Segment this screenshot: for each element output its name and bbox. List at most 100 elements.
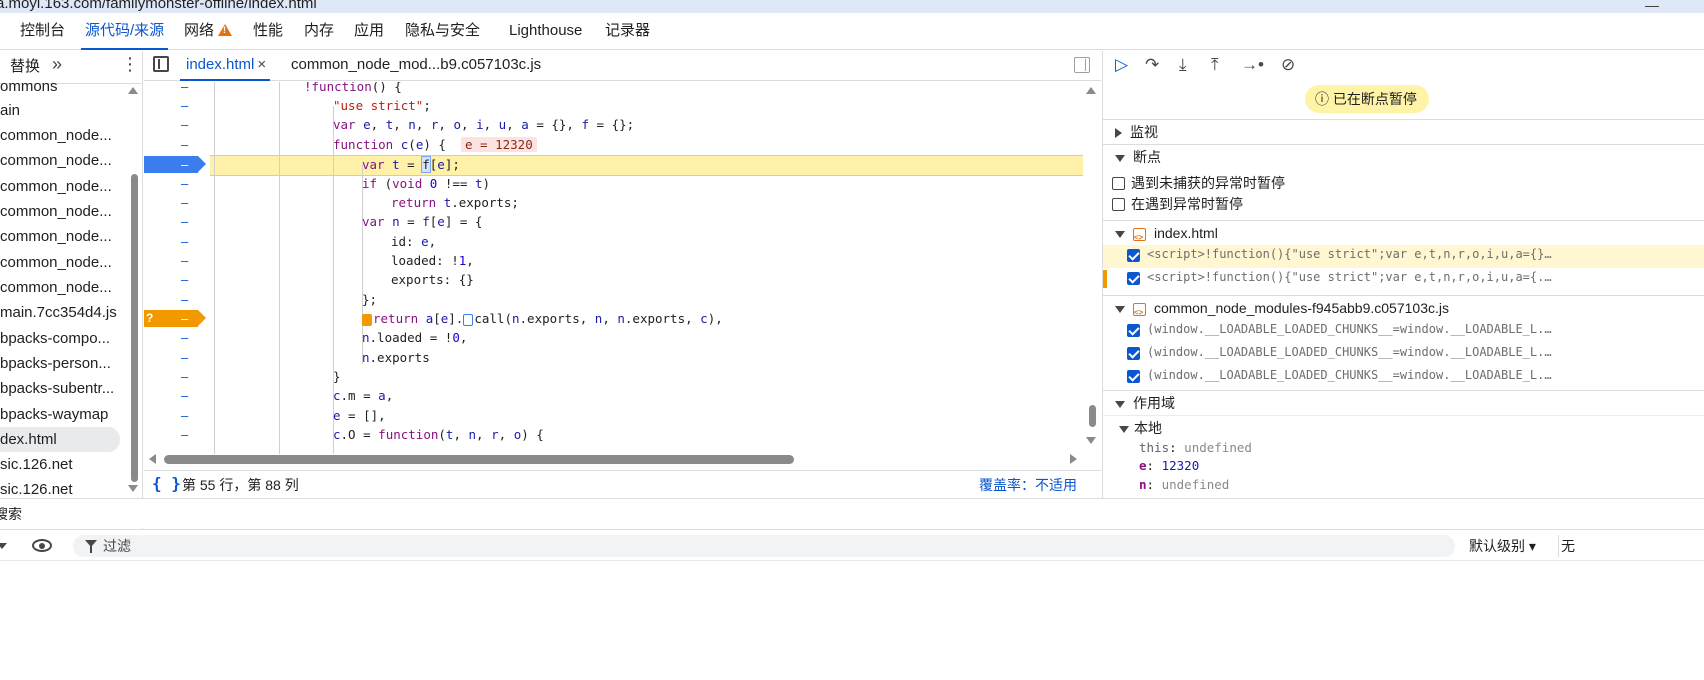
gutter-line[interactable]: – [144,425,210,444]
breakpoint-marker[interactable]: – [144,156,206,173]
file-tree-item[interactable]: main.7cc354d4.js [0,300,128,325]
deactivate-breakpoints-icon[interactable]: ⊘ [1281,54,1295,76]
console-filter-input[interactable]: 过滤 [73,535,1455,557]
pretty-print-icon[interactable]: { } [152,474,181,493]
gutter-line[interactable]: – [144,328,210,347]
code-editor[interactable]: – – – – – – – – – – – –? – – – – – – – !function() { "use … [144,82,1101,470]
file-tree-item[interactable]: common_node... [0,224,128,249]
file-tree-item[interactable]: bpacks-subentr... [0,376,128,401]
bp-file-header-index[interactable]: index.html [1103,220,1704,250]
breakpoint-item[interactable]: <script>!function(){"use strict";var e,t… [1103,268,1704,291]
bp-file-header-common[interactable]: common_node_modules-f945abb9.c057103c.js [1103,295,1704,325]
gutter-line[interactable]: ? – [144,309,210,328]
editor-tab-common-node[interactable]: common_node_mod...b9.c057103c.js [291,51,541,81]
gutter-line[interactable]: – [144,406,210,425]
local-scope-header[interactable]: 本地 [1103,415,1704,439]
toggle-navigator-icon[interactable] [153,56,169,72]
breakpoints-section-header[interactable]: 断点 [1103,144,1704,168]
tab-privacy-security[interactable]: 隐私与安全 [405,13,480,49]
file-tree-item[interactable]: dex.html [0,427,120,452]
scope-var-this[interactable]: this: undefined [1139,440,1252,455]
pause-uncaught-checkbox[interactable] [1112,177,1125,190]
tab-network[interactable]: 网络 [184,13,233,49]
breakpoint-checkbox[interactable] [1127,272,1140,285]
editor-tab-index-html[interactable]: index.html × [179,51,271,81]
editor-scroll-down-icon[interactable] [1086,437,1096,444]
navigator-menu-icon[interactable]: ⋮ [121,54,139,75]
step-into-icon[interactable]: ⤓ [1179,54,1187,76]
breakpoint-checkbox[interactable] [1127,324,1140,337]
watch-section-header[interactable]: 监视 [1103,119,1704,143]
navigator-scroll-thumb[interactable] [131,174,138,482]
file-tree-item[interactable]: ain [0,98,128,123]
editor-vertical-scrollbar[interactable] [1083,82,1099,454]
pause-caught-checkbox[interactable] [1112,198,1125,211]
breakpoint-checkbox[interactable] [1127,347,1140,360]
gutter-line[interactable]: – [144,290,210,309]
step-out-icon[interactable]: ⤒ [1211,54,1219,76]
gutter-line[interactable]: – [144,270,210,289]
step-over-icon[interactable]: ↷ [1145,54,1159,76]
context-dropdown-icon[interactable] [0,543,7,549]
drawer-tab-search[interactable]: 搜索 [0,504,22,524]
scroll-up-icon[interactable] [128,87,138,94]
gutter-line[interactable]: – [144,135,210,154]
gutter-line[interactable]: – [144,82,210,96]
gutter-line[interactable]: – [144,212,210,231]
breakpoint-item[interactable]: (window.__LOADABLE_LOADED_CHUNKS__=windo… [1103,366,1704,389]
gutter-line[interactable]: – [144,348,210,367]
editor-vscroll-thumb[interactable] [1089,405,1096,427]
file-tree-item[interactable]: bpacks-person... [0,351,128,376]
breakpoint-item-active[interactable]: <script>!function(){"use strict";var e,t… [1103,245,1704,268]
editor-hscroll-thumb[interactable] [164,455,794,464]
live-expression-eye-icon[interactable] [32,539,52,552]
coverage-link[interactable]: 覆盖率：不适用 [979,475,1077,495]
gutter-line[interactable]: – [144,232,210,251]
scroll-right-icon[interactable] [1070,454,1077,464]
tab-memory[interactable]: 内存 [304,13,334,49]
scope-section-header[interactable]: 作用域 [1103,390,1704,414]
file-tree-item[interactable]: common_node... [0,275,128,300]
gutter-line[interactable]: – [144,193,210,212]
file-tree-item[interactable]: common_node... [0,148,128,173]
step-icon[interactable]: →• [1241,54,1264,76]
file-tree-item[interactable]: bpacks-waymap [0,402,128,427]
gutter-line[interactable]: – [144,251,210,270]
tab-recorder[interactable]: 记录器 [605,13,650,49]
tab-application[interactable]: 应用 [354,13,384,49]
file-tree-item[interactable]: common_node... [0,174,128,199]
editor-scroll-up-icon[interactable] [1086,87,1096,94]
scope-var-e[interactable]: e: 12320 [1139,458,1199,473]
gutter-line[interactable]: – [144,174,210,193]
gutter-line[interactable]: – [144,367,210,386]
conditional-breakpoint-marker[interactable]: ? – [144,310,206,327]
scroll-down-icon[interactable] [128,485,138,492]
gutter-line[interactable]: – [144,96,210,115]
breakpoint-item[interactable]: (window.__LOADABLE_LOADED_CHUNKS__=windo… [1103,343,1704,366]
tab-lighthouse[interactable]: Lighthouse [509,13,582,49]
toggle-debugger-icon[interactable] [1074,57,1090,73]
more-tabs-icon[interactable]: » [52,54,62,75]
breakpoint-checkbox[interactable] [1127,370,1140,383]
resume-icon[interactable]: ▷ [1115,54,1128,76]
gutter-line[interactable]: – [144,155,210,174]
tab-performance[interactable]: 性能 [253,13,283,49]
file-tree-item[interactable]: common_node... [0,199,128,224]
issues-counter[interactable]: 无 [1558,535,1575,557]
tab-sources[interactable]: 源代码/来源 [80,13,169,50]
breakpoint-checkbox[interactable] [1127,249,1140,262]
scroll-left-icon[interactable] [149,454,156,464]
file-tree-item[interactable]: common_node... [0,250,128,275]
breakpoint-item[interactable]: (window.__LOADABLE_LOADED_CHUNKS__=windo… [1103,320,1704,343]
close-tab-icon[interactable]: × [257,56,266,73]
gutter-line[interactable]: – [144,386,210,405]
file-tree-item[interactable]: bpacks-compo... [0,326,128,351]
gutter-line[interactable]: – [144,115,210,134]
file-tree-item[interactable]: common_node... [0,123,128,148]
scope-var-n[interactable]: n: undefined [1139,477,1229,492]
minimize-button[interactable]: — [1645,0,1659,13]
file-tree-item[interactable]: ommons [0,74,128,99]
tab-console[interactable]: 控制台 [20,13,65,49]
file-tree-item[interactable]: sic.126.net [0,452,128,477]
log-level-dropdown[interactable]: 默认级别 ▾ [1469,535,1536,557]
